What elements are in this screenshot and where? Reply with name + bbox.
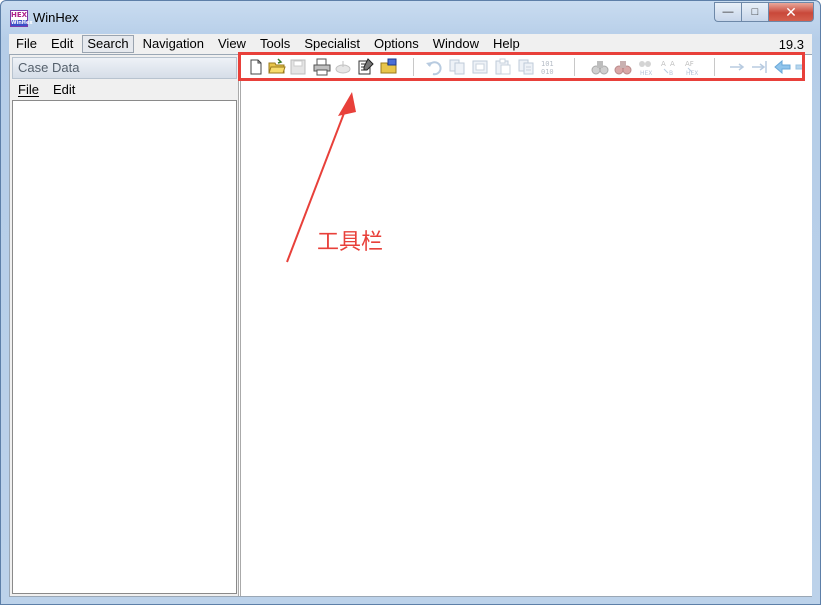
maximize-icon: □ <box>751 6 759 18</box>
window-title: WinHex <box>33 10 79 25</box>
case-menu-file[interactable]: File <box>18 82 39 97</box>
svg-text:B: B <box>669 70 673 76</box>
case-tree-view[interactable] <box>12 100 237 594</box>
menu-window[interactable]: Window <box>426 35 486 53</box>
menu-help[interactable]: Help <box>486 35 527 53</box>
title-bar: HEX WinHex WinHex — □ ✕ <box>1 1 820 33</box>
svg-text:HEX: HEX <box>640 70 652 76</box>
forward-icon[interactable] <box>794 58 802 76</box>
menu-file[interactable]: File <box>9 35 44 53</box>
annotation-label: 工具栏 <box>317 230 384 255</box>
case-data-panel: Case Data File Edit <box>10 55 239 596</box>
paste-icon[interactable] <box>494 58 512 76</box>
main-workspace[interactable] <box>240 55 812 596</box>
toolbar-separator <box>574 58 575 76</box>
print-icon[interactable] <box>313 58 331 76</box>
menu-view[interactable]: View <box>211 35 253 53</box>
window-controls: — □ ✕ <box>714 2 814 22</box>
app-icon-text: HEX <box>11 11 28 19</box>
menu-bar: File Edit Search Navigation View Tools S… <box>9 34 812 54</box>
undo-icon[interactable] <box>425 58 443 76</box>
toolbar: 101 010 HEX AAB AF HEX <box>238 52 805 81</box>
case-data-header: Case Data <box>12 57 237 79</box>
edit-properties-icon[interactable] <box>357 58 375 76</box>
svg-text:101: 101 <box>541 60 554 68</box>
winhex-window: HEX WinHex WinHex — □ ✕ File Edit Search… <box>0 0 821 605</box>
close-button[interactable]: ✕ <box>768 2 814 22</box>
paste-write-icon[interactable] <box>517 58 535 76</box>
app-icon-subtext: WinHex <box>11 20 33 26</box>
version-label: 19.3 <box>778 36 804 52</box>
minimize-icon: — <box>722 6 734 18</box>
goto-icon[interactable] <box>728 58 746 76</box>
toolbar-separator <box>714 58 715 76</box>
svg-text:010: 010 <box>541 68 554 76</box>
svg-text:A: A <box>661 60 666 68</box>
menu-options[interactable]: Options <box>367 35 426 53</box>
close-icon: ✕ <box>785 3 797 20</box>
menu-navigation[interactable]: Navigation <box>136 35 211 53</box>
binary-icon[interactable]: 101 010 <box>540 58 558 76</box>
svg-text:A: A <box>670 60 675 68</box>
toolbar-separator <box>413 58 414 76</box>
maximize-button[interactable]: □ <box>741 2 768 22</box>
goto-offset-icon[interactable] <box>751 58 769 76</box>
copy-icon[interactable] <box>471 58 489 76</box>
menu-specialist[interactable]: Specialist <box>297 35 367 53</box>
svg-text:HEX: HEX <box>686 70 698 76</box>
client-area: Case Data File Edit <box>9 54 812 597</box>
case-menu-edit[interactable]: Edit <box>53 82 75 97</box>
new-file-icon[interactable] <box>247 58 265 76</box>
find-hex-icon[interactable]: HEX <box>637 58 655 76</box>
menu-tools[interactable]: Tools <box>253 35 297 53</box>
properties-icon[interactable] <box>334 58 352 76</box>
back-icon[interactable] <box>774 58 792 76</box>
find-text-icon[interactable] <box>614 58 632 76</box>
case-data-menu: File Edit <box>18 82 75 97</box>
replace-text-icon[interactable]: AAB <box>660 58 678 76</box>
svg-text:AF: AF <box>685 60 694 68</box>
cut-icon[interactable] <box>448 58 466 76</box>
menu-edit[interactable]: Edit <box>44 35 80 53</box>
open-folder-icon[interactable] <box>268 58 286 76</box>
find-icon[interactable] <box>591 58 609 76</box>
save-icon[interactable] <box>289 58 307 76</box>
menu-search[interactable]: Search <box>82 35 134 53</box>
winhex-app-icon: HEX WinHex <box>10 10 33 27</box>
minimize-button[interactable]: — <box>714 2 741 22</box>
replace-hex-icon[interactable]: AF HEX <box>683 58 701 76</box>
open-disk-icon[interactable] <box>380 58 398 76</box>
